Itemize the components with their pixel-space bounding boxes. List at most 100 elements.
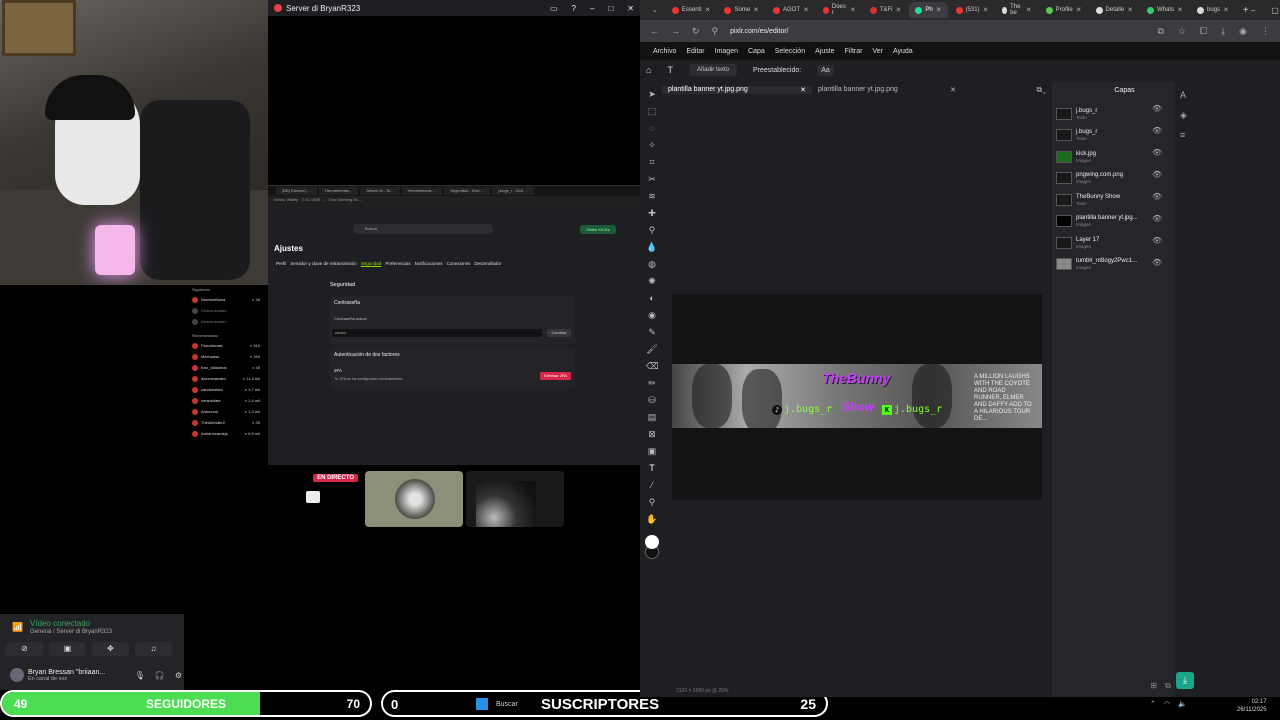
gradient-tool-icon[interactable]: ▤: [646, 411, 658, 424]
browser-tab[interactable]: T&Fi ✕: [864, 2, 908, 18]
profile-icon[interactable]: ◉: [1239, 26, 1247, 37]
taskbar-clock[interactable]: 02:17 26/11/2025: [1237, 698, 1267, 714]
close-button[interactable]: ✕: [627, 4, 634, 13]
sponge-tool-icon[interactable]: ◍: [646, 258, 658, 271]
lasso-tool-icon[interactable]: ◌: [646, 122, 658, 135]
eye-icon[interactable]: 👁: [1152, 192, 1162, 201]
menu-item[interactable]: Capa: [748, 48, 765, 55]
browser-tab-active[interactable]: Ph ✕: [909, 2, 948, 18]
home-icon[interactable]: ⌂: [646, 65, 651, 75]
shared-screen[interactable]: [DB] Discord | ... Herramientas... Añadi…: [268, 185, 640, 465]
properties-icon[interactable]: A: [1180, 90, 1192, 102]
download-icon[interactable]: ⤓: [1221, 26, 1225, 37]
duplicate-layer-icon[interactable]: ⧉: [1165, 681, 1171, 691]
menu-item[interactable]: Ajuste: [815, 48, 834, 55]
menu-item[interactable]: Imagen: [715, 48, 738, 55]
clone-tool-icon[interactable]: ⚲: [646, 224, 658, 237]
taskbar-search[interactable]: Buscar: [496, 701, 518, 708]
site-info-icon[interactable]: ⚲: [712, 26, 719, 37]
tab-search-icon[interactable]: ⌄: [646, 6, 664, 14]
foreground-color[interactable]: [645, 535, 659, 549]
menu-item[interactable]: Ver: [872, 48, 883, 55]
minimize-button[interactable]: –: [1251, 6, 1255, 15]
preset-select[interactable]: Aa: [817, 64, 834, 76]
browser-tab[interactable]: Essenti ✕: [666, 2, 717, 18]
browser-tab[interactable]: Whats ✕: [1141, 2, 1189, 18]
heal-tool-icon[interactable]: ✚: [646, 207, 658, 220]
browser-tab[interactable]: AGOT ✕: [767, 2, 815, 18]
wifi-icon[interactable]: ◠: [1164, 700, 1170, 708]
chevron-up-icon[interactable]: ⌃: [1150, 700, 1156, 708]
document-tab[interactable]: plantilla banner yt.jpg.png ✕: [812, 86, 962, 94]
layers-icon[interactable]: ◈: [1180, 110, 1192, 122]
browser-tab[interactable]: bugs ✕: [1191, 2, 1235, 18]
activities-button[interactable]: ✥: [92, 642, 129, 656]
blur-tool-icon[interactable]: 💧: [646, 241, 658, 254]
cutout-tool-icon[interactable]: ✂: [646, 173, 658, 186]
microphone-icon[interactable]: 🎙: [135, 671, 145, 680]
popout-icon[interactable]: ▭: [550, 4, 558, 13]
back-icon[interactable]: ←: [650, 26, 659, 36]
eye-icon[interactable]: 👁: [1152, 126, 1162, 135]
url-input[interactable]: pixlr.com/es/editor/: [730, 28, 788, 35]
share-screen-button[interactable]: ▣: [49, 642, 86, 656]
browser-tab[interactable]: (531) ✕: [950, 2, 995, 18]
menu-icon[interactable]: ⋮: [1261, 26, 1270, 37]
arrange-tool-icon[interactable]: ➤: [646, 88, 658, 101]
forward-icon[interactable]: →: [671, 26, 680, 36]
pencil-tool-icon[interactable]: ✏: [646, 377, 658, 390]
install-icon[interactable]: ⧉: [1157, 26, 1163, 37]
color-replace-tool-icon[interactable]: ✺: [646, 275, 658, 288]
menu-item[interactable]: Selección: [775, 48, 805, 55]
eye-icon[interactable]: 👁: [1152, 214, 1162, 223]
eraser-tool-icon[interactable]: ⌫: [646, 360, 659, 373]
fill-tool-icon[interactable]: ⛁: [646, 394, 658, 407]
speaker-icon[interactable]: 🔈: [1178, 700, 1187, 708]
color-swatches[interactable]: [643, 533, 663, 559]
arrange-icon[interactable]: ⧉⌄: [1037, 85, 1053, 95]
eye-icon[interactable]: 👁: [1152, 236, 1162, 245]
document-tab-active[interactable]: plantilla banner yt.jpg.png ✕: [662, 86, 812, 94]
eye-icon[interactable]: 👁: [1152, 148, 1162, 157]
browser-tab[interactable]: Does r ✕: [817, 2, 862, 18]
extensions-icon[interactable]: ⧠: [1200, 26, 1207, 37]
browser-tab[interactable]: Some ✕: [718, 2, 765, 18]
soundboard-button[interactable]: ♫: [135, 642, 172, 656]
video-tile-stream[interactable]: EN DIRECTO: [264, 471, 362, 527]
maximize-button[interactable]: ▢: [1271, 6, 1279, 15]
adjust-icon[interactable]: ≡: [1180, 130, 1192, 142]
new-tab-button[interactable]: +: [1237, 5, 1249, 16]
sticker-tool-icon[interactable]: ▣: [646, 445, 658, 458]
marquee-tool-icon[interactable]: ⬚: [646, 105, 658, 118]
maximize-button[interactable]: □: [608, 4, 613, 13]
headphones-icon[interactable]: 🎧: [155, 671, 165, 680]
camera-off-button[interactable]: ⊘: [6, 642, 43, 656]
video-tile-camera[interactable]: [466, 471, 564, 527]
stream-viewport[interactable]: [268, 16, 640, 186]
eyedropper-tool-icon[interactable]: ⁄: [646, 479, 658, 492]
save-button[interactable]: ⤓: [1176, 672, 1194, 689]
eye-icon[interactable]: 👁: [1152, 170, 1162, 179]
menu-item[interactable]: Archivo: [653, 48, 676, 55]
banner-image[interactable]: TheBunny Show ♪ j.bugs_r Kj.bugs_r A MILL…: [672, 364, 1042, 428]
liquify-tool-icon[interactable]: ≋: [646, 190, 658, 203]
wand-tool-icon[interactable]: ✧: [646, 139, 658, 152]
add-layer-icon[interactable]: ⊞: [1150, 681, 1157, 691]
pen-tool-icon[interactable]: ✎: [646, 326, 658, 339]
shape-tool-icon[interactable]: ⊠: [646, 428, 658, 441]
help-icon[interactable]: ?: [572, 4, 576, 13]
burn-tool-icon[interactable]: ◉: [646, 309, 658, 322]
browser-tab[interactable]: Profile ✕: [1040, 2, 1088, 18]
text-tool-icon[interactable]: T: [646, 462, 658, 475]
crop-tool-icon[interactable]: ⌗: [646, 156, 658, 169]
hand-tool-icon[interactable]: ✋: [646, 513, 658, 526]
browser-tab[interactable]: The be ✕: [996, 2, 1037, 18]
menu-item[interactable]: Filtrar: [845, 48, 863, 55]
video-tile-avatar[interactable]: [365, 471, 463, 527]
eye-icon[interactable]: 👁: [1152, 258, 1162, 267]
browser-tab[interactable]: Detalle ✕: [1090, 2, 1140, 18]
zoom-tool-icon[interactable]: ⚲: [646, 496, 658, 509]
gear-icon[interactable]: ⚙: [175, 671, 182, 680]
menu-item[interactable]: Editar: [686, 48, 704, 55]
minimize-button[interactable]: –: [590, 4, 594, 13]
